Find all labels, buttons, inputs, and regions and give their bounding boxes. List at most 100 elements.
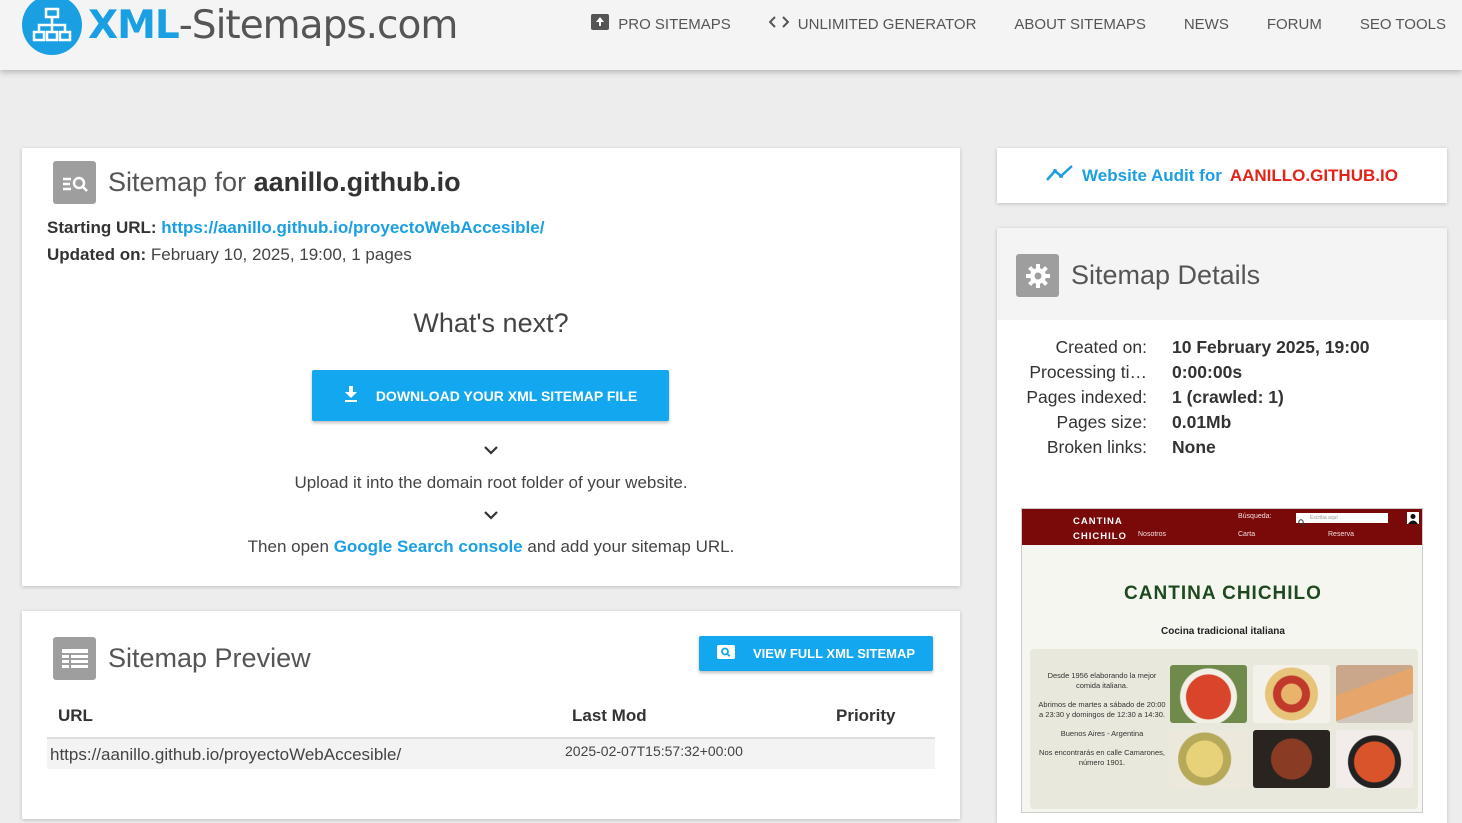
site-logo[interactable]: XML-Sitemaps.com (22, 0, 459, 56)
add-sitemap-text: and add your sitemap URL. (527, 537, 735, 556)
sitemap-tree-icon (22, 0, 82, 55)
thumb-para: Buenos Aires - Argentina (1060, 729, 1144, 738)
detail-value: 1 (crawled: 1) (1172, 387, 1284, 407)
search-console-instruction: Then open Google Search console and add … (22, 537, 960, 557)
starting-url-line: Starting URL: https://aanillo.github.io/… (47, 218, 544, 238)
nav-seo-tools[interactable]: SEO TOOLS (1360, 14, 1446, 34)
download-icon (344, 386, 358, 405)
table-icon (53, 637, 96, 680)
row-lastmod: 2025-02-07T15:57:32+00:00 (565, 743, 743, 759)
title-domain: aanillo.github.io (253, 167, 461, 197)
nav-label: FORUM (1266, 15, 1322, 33)
view-full-sitemap-button[interactable]: VIEW FULL XML SITEMAP (699, 636, 933, 671)
food-photo (1336, 665, 1413, 723)
gear-icon (1016, 254, 1059, 297)
logo-text: XML-Sitemaps.com (88, 2, 459, 48)
logo-rest: -Sitemaps.com (178, 2, 459, 48)
nav-label: SEO TOOLS (1359, 15, 1446, 33)
thumb-title: CANTINA CHICHILO (1124, 583, 1322, 604)
detail-label: Pages size: (1056, 412, 1147, 432)
detail-label: Pages indexed: (1026, 387, 1147, 407)
website-screenshot-thumbnail[interactable]: CANTINA CHICHILO Nosotros Carta Reserva … (1021, 508, 1423, 813)
table-row: https://aanillo.github.io/proyectoWebAcc… (47, 739, 935, 769)
detail-value: None (1172, 437, 1216, 457)
thumb-para: Desde 1956 elaborando la mejor comida it… (1047, 671, 1157, 690)
title-prefix: Sitemap for (108, 167, 247, 197)
nav-pro-sitemaps[interactable]: PRO SITEMAPS (591, 14, 731, 34)
detail-value: 0:00:00s (1172, 362, 1243, 382)
upload-instruction: Upload it into the domain root folder of… (294, 473, 688, 492)
preview-title: Sitemap Preview (53, 637, 311, 680)
updated-label: Updated on: (47, 245, 147, 264)
column-header-url: URL (58, 706, 93, 725)
website-audit-link[interactable]: Website Audit for AANILLO.GITHUB.IO (997, 148, 1447, 203)
column-header-lastmod: Last Mod (572, 706, 647, 725)
download-button-label: DOWNLOAD YOUR XML SITEMAP FILE (375, 387, 638, 404)
nav-label: NEWS (1183, 15, 1229, 33)
food-photo (1253, 665, 1330, 723)
detail-label: Processing ti… (1029, 362, 1147, 382)
column-header-priority: Priority (836, 706, 896, 725)
page-title: Sitemap for aanillo.github.io (53, 161, 461, 204)
whats-next-heading: What's next? (413, 308, 569, 338)
pro-sitemaps-icon (591, 14, 610, 34)
audit-domain: AANILLO.GITHUB.IO (1229, 165, 1398, 185)
chevron-down-icon (483, 442, 499, 460)
thumb-navbar: CANTINA CHICHILO Nosotros Carta Reserva … (1022, 509, 1422, 545)
detail-label: Created on: (1055, 337, 1147, 357)
sitemap-preview-card: Sitemap Preview VIEW FULL XML SITEMAP UR… (22, 611, 960, 819)
food-photo (1170, 665, 1247, 723)
magnifier-icon (1298, 514, 1306, 532)
food-photo (1336, 730, 1413, 788)
thumb-para: Abrimos de martes a sábado de 20:00 a 23… (1038, 700, 1166, 719)
sitemap-result-card: Sitemap for aanillo.github.io Starting U… (22, 148, 960, 586)
site-header: XML-Sitemaps.com PRO SITEMAPS UNLIMITED … (0, 0, 1462, 70)
thumb-search-label: Búsqueda: (1238, 513, 1272, 520)
nav-about-sitemaps[interactable]: ABOUT SITEMAPS (1014, 14, 1145, 34)
thumb-search-input: Escriba aquí (1296, 513, 1388, 523)
starting-url-link[interactable]: https://aanillo.github.io/proyectoWebAcc… (161, 218, 544, 237)
audit-prefix: Website Audit for (1082, 165, 1222, 185)
food-photo (1170, 730, 1247, 788)
logo-bold: XML (88, 2, 180, 48)
thumb-nav-reserva: Reserva (1328, 531, 1355, 538)
details-title-text: Sitemap Details (1071, 260, 1261, 290)
chevron-down-icon (483, 507, 499, 525)
main-nav: PRO SITEMAPS UNLIMITED GENERATOR ABOUT S… (591, 14, 1446, 34)
nav-unlimited-generator[interactable]: UNLIMITED GENERATOR (768, 14, 977, 34)
download-sitemap-button[interactable]: DOWNLOAD YOUR XML SITEMAP FILE (312, 370, 669, 421)
details-header: Sitemap Details (997, 228, 1447, 320)
detail-value: 0.01Mb (1172, 412, 1232, 432)
starting-url-label: Starting URL: (47, 218, 157, 237)
then-open-text: Then open (247, 537, 329, 556)
thumb-brand-line2: CHICHILO (1073, 531, 1127, 542)
thumb-brand: CANTINA CHICHILO (1073, 514, 1127, 544)
updated-value: February 10, 2025, 19:00, 1 pages (150, 245, 412, 264)
user-icon (1407, 511, 1419, 529)
nav-label: UNLIMITED GENERATOR (797, 15, 977, 33)
sitemap-details-card: Sitemap Details Created on: 10 February … (997, 228, 1447, 823)
thumb-subtitle: Cocina tradicional italiana (1161, 626, 1285, 637)
search-list-icon (53, 161, 96, 204)
details-title: Sitemap Details (1016, 254, 1260, 297)
code-icon (768, 15, 790, 33)
thumb-description: Desde 1956 elaborando la mejor comida it… (1036, 671, 1168, 777)
view-button-label: VIEW FULL XML SITEMAP (752, 646, 916, 661)
thumb-para: Nos encontrarás en calle Camarones, núme… (1039, 748, 1165, 767)
updated-line: Updated on: February 10, 2025, 19:00, 1 … (47, 245, 412, 265)
nav-forum[interactable]: FORUM (1267, 14, 1322, 34)
thumb-content-panel: Desde 1956 elaborando la mejor comida it… (1030, 649, 1418, 809)
google-search-console-link[interactable]: Google Search console (334, 537, 523, 556)
nav-news[interactable]: NEWS (1184, 14, 1229, 34)
detail-label: Broken links: (1046, 437, 1147, 457)
detail-value: 10 February 2025, 19:00 (1172, 337, 1370, 357)
nav-label: ABOUT SITEMAPS (1014, 15, 1146, 33)
thumb-brand-line1: CANTINA (1073, 516, 1123, 527)
nav-label: PRO SITEMAPS (618, 15, 731, 33)
thumb-nav-nosotros: Nosotros (1138, 531, 1167, 538)
preview-title-text: Sitemap Preview (108, 643, 311, 673)
trend-line-icon (1046, 164, 1074, 187)
row-url[interactable]: https://aanillo.github.io/proyectoWebAcc… (50, 745, 401, 765)
search-icon (716, 645, 735, 662)
food-photo (1253, 730, 1330, 788)
